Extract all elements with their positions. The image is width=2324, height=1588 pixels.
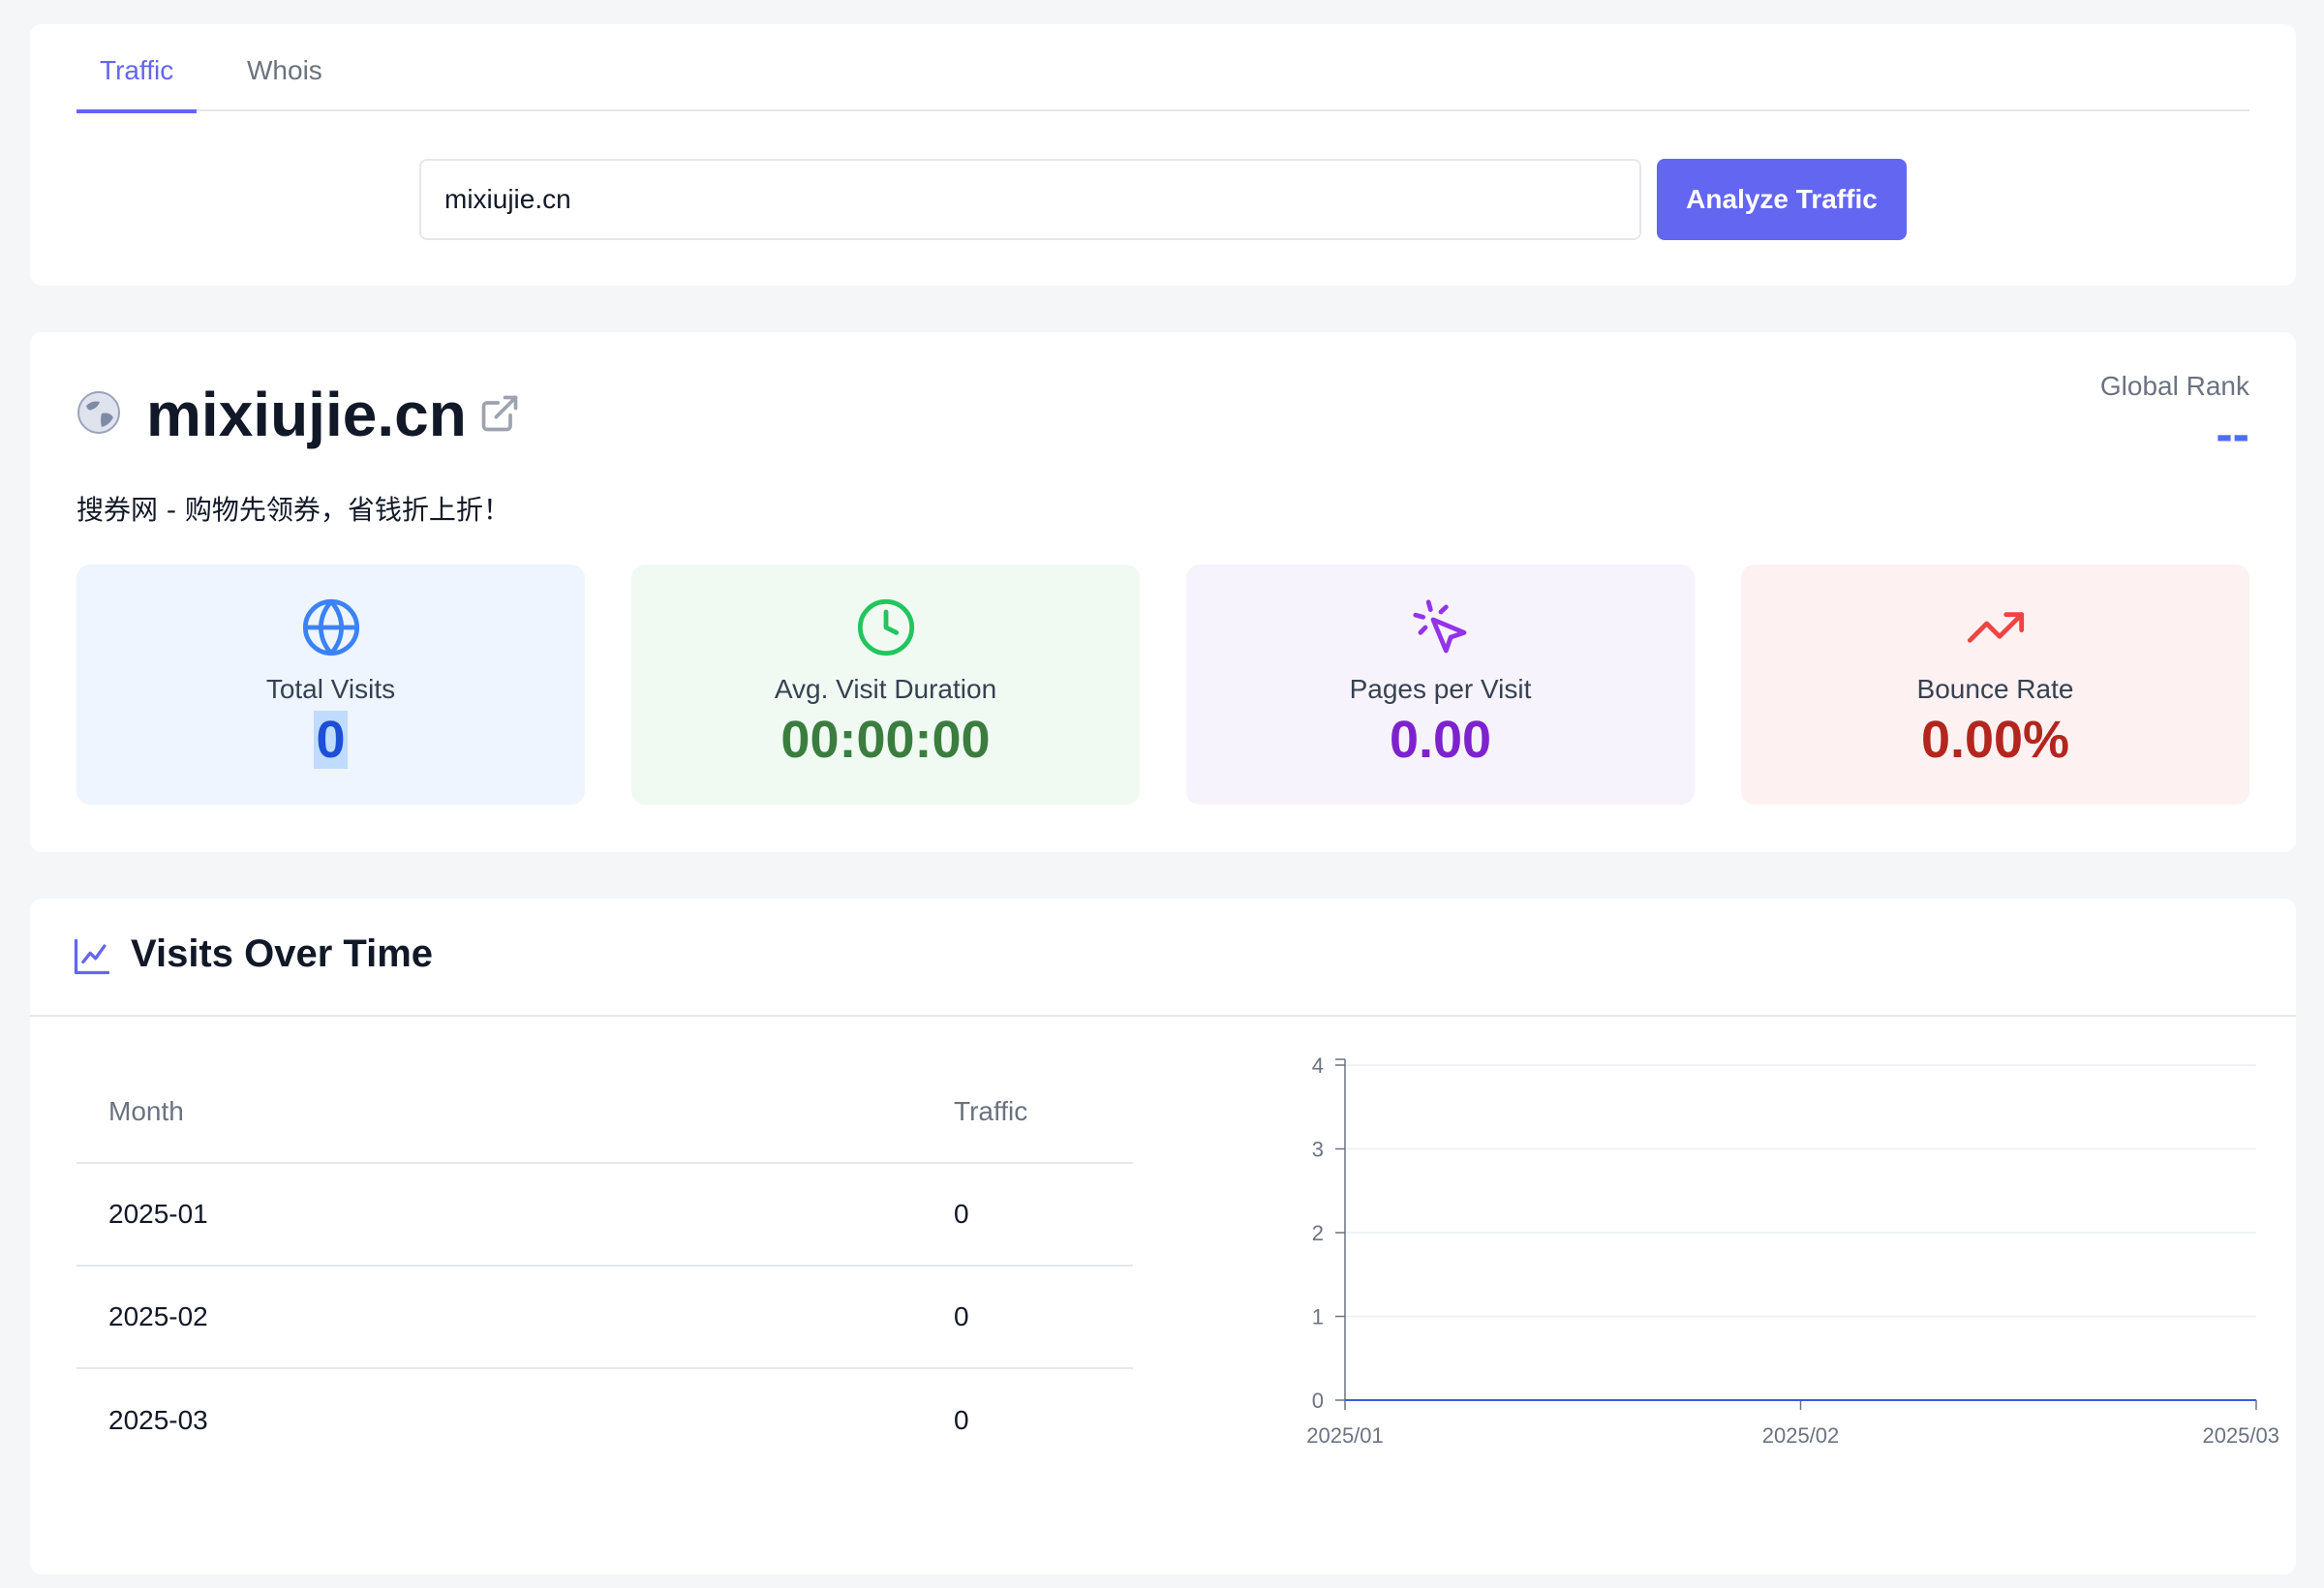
visits-title: Visits Over Time [131,932,434,975]
month-cell: 2025-02 [108,1301,208,1331]
visits-over-time-card: Visits Over Time Month Traffic 2025-01 0… [30,899,2296,1574]
line-chart-icon [74,938,110,975]
table-row: 2025-01 0 [76,1164,1133,1267]
tab-traffic[interactable]: Traffic [76,55,198,113]
x-tick-label: 2025/02 [1762,1423,1840,1448]
month-cell: 2025-01 [108,1199,208,1229]
visits-table: Month Traffic 2025-01 0 2025-02 0 2025-0… [76,1061,1133,1472]
site-description: 搜券网 - 购物先领券，省钱折上折！ [76,494,510,526]
y-tick-label: 4 [1312,1054,1324,1078]
site-overview-card: mixiujie.cn Global Rank -- 搜券网 - 购物先领券，省… [30,332,2296,852]
global-rank-value: -- [2216,407,2249,463]
traffic-cell: 0 [954,1199,969,1229]
stat-label: Avg. Visit Duration [774,674,997,704]
stat-value: 0 [314,711,348,769]
stat-pages-per-visit: Pages per Visit 0.00 [1186,565,1695,805]
tab-whois[interactable]: Whois [224,55,346,111]
stat-value: 0.00% [1920,711,2070,769]
clock-icon [857,598,914,657]
stat-bounce-rate: Bounce Rate 0.00% [1741,565,2249,805]
traffic-cell: 0 [954,1301,969,1331]
column-header-month: Month [108,1096,184,1126]
domain-search-input[interactable] [419,159,1641,240]
stat-label: Pages per Visit [1349,674,1532,704]
y-tick-label: 0 [1312,1389,1324,1413]
stat-value: 00:00:00 [780,711,991,769]
y-tick-label: 3 [1312,1138,1324,1162]
stat-avg-visit-duration: Avg. Visit Duration 00:00:00 [631,565,1140,805]
global-rank-label: Global Rank [2099,371,2249,401]
site-title: mixiujie.cn [146,380,467,449]
visits-line-chart: 0 1 2 3 4 2025/01 2025/02 2025/03 [1306,1054,2279,1448]
table-header-row: Month Traffic [76,1061,1133,1164]
month-cell: 2025-03 [108,1405,208,1435]
stat-label: Total Visits [265,674,396,704]
table-row: 2025-02 0 [76,1267,1133,1369]
stat-total-visits: Total Visits 0 [76,565,585,805]
trending-up-icon [1967,612,2024,643]
globe-icon [302,598,359,657]
column-header-traffic: Traffic [954,1096,1028,1126]
y-tick-label: 2 [1312,1221,1324,1245]
visits-header: Visits Over Time [30,899,2296,1017]
x-tick-label: 2025/01 [1306,1423,1384,1448]
cursor-click-icon [1412,599,1466,654]
stat-value: 0.00 [1389,711,1492,769]
traffic-cell: 0 [954,1405,969,1435]
stat-label: Bounce Rate [1916,674,2074,704]
external-link-icon[interactable] [478,392,521,435]
x-tick-label: 2025/03 [2202,1423,2279,1448]
tab-bar: Traffic Whois [76,24,2249,113]
site-favicon-icon [77,391,120,434]
table-row: 2025-03 0 [76,1369,1133,1472]
search-card: Traffic Whois Analyze Traffic [30,24,2296,286]
analyze-traffic-button[interactable]: Analyze Traffic [1657,159,1907,240]
y-tick-label: 1 [1312,1305,1324,1329]
